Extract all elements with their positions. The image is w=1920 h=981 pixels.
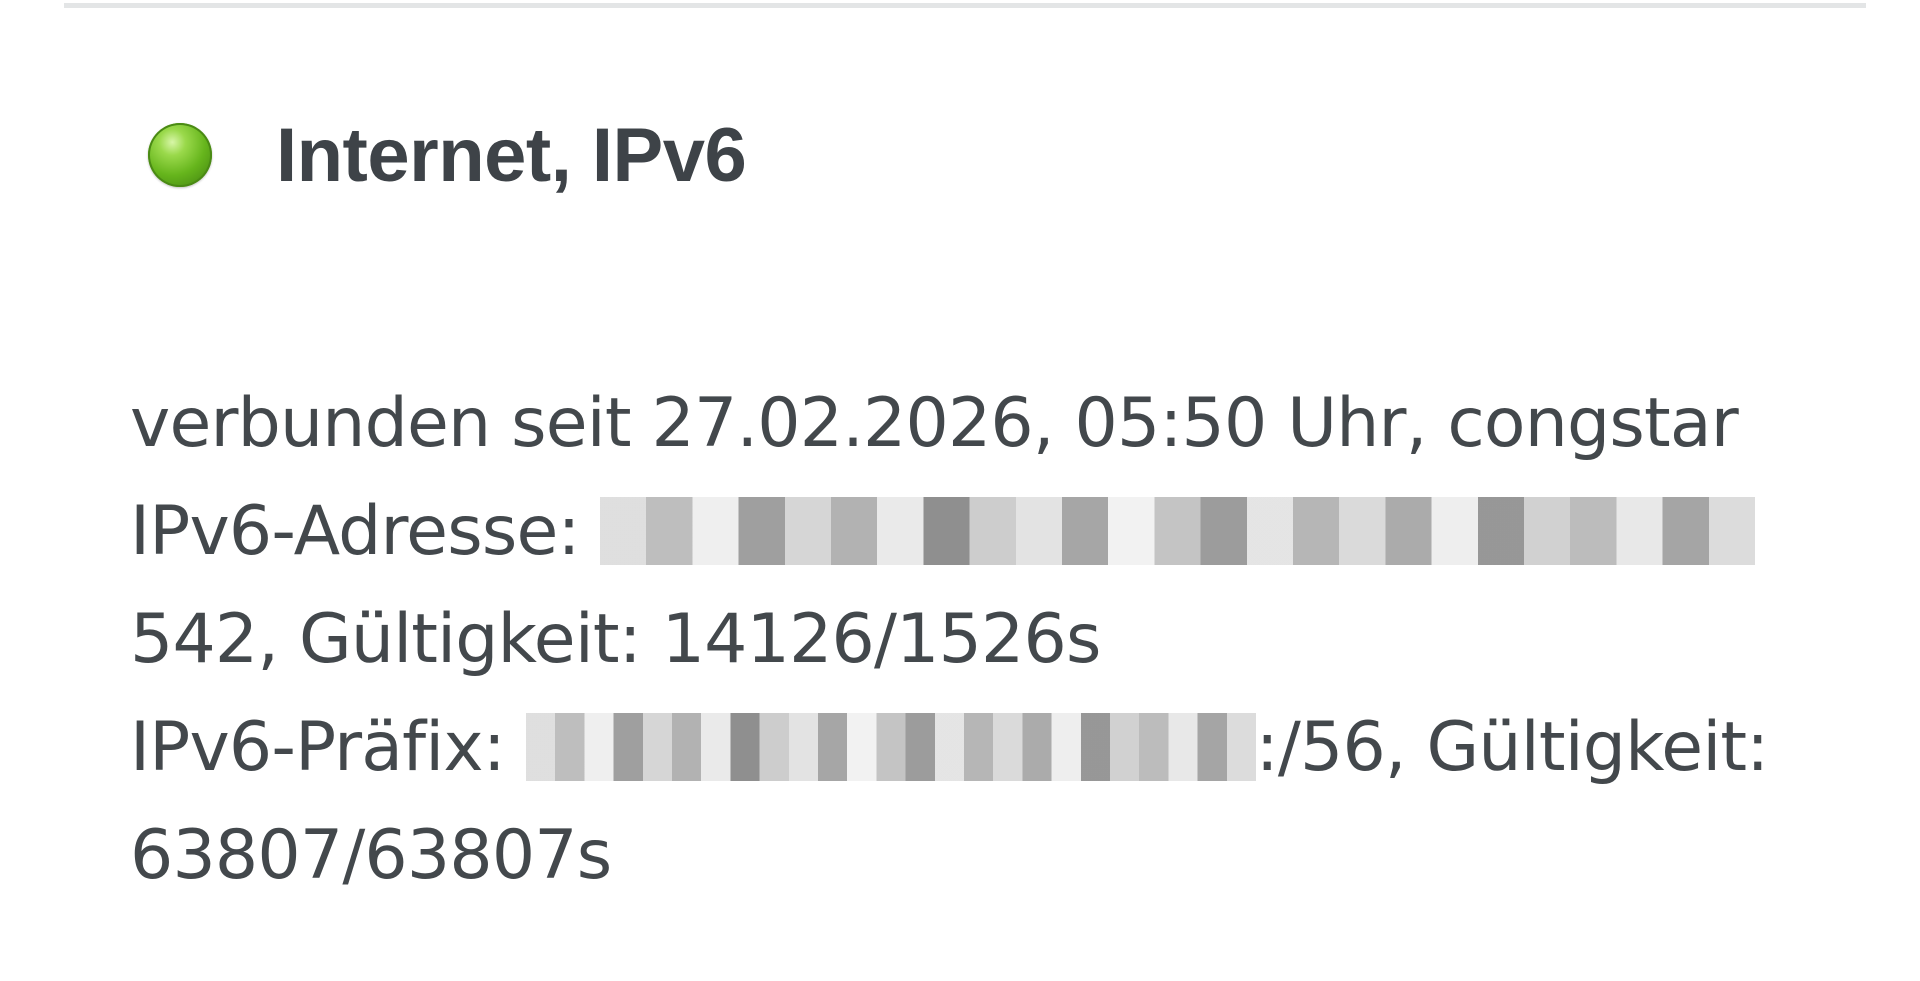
ipv6-status-page: Internet, IPv6 verbunden seit 27.02.2026…: [0, 0, 1920, 981]
ipv6-address-tail-line: 542, Gültigkeit: 14126/1526s: [130, 586, 1790, 694]
green-led-icon: [148, 123, 212, 187]
ipv6-prefix-validity-line: 63807/63807s: [130, 802, 1790, 910]
ipv6-prefix-line: IPv6-Präfix: :/56, Gültigkeit:: [130, 694, 1790, 802]
status-header: Internet, IPv6: [148, 100, 747, 210]
ipv6-address-line: IPv6-Adresse:: [130, 478, 1790, 586]
ipv6-address-label: IPv6-Adresse:: [130, 492, 580, 571]
connection-text: verbunden seit 27.02.2026, 05:50 Uhr, co…: [130, 384, 1739, 463]
ipv6-address-tail: 542, Gültigkeit: 14126/1526s: [130, 600, 1101, 679]
connection-details: verbunden seit 27.02.2026, 05:50 Uhr, co…: [130, 370, 1790, 910]
connection-line: verbunden seit 27.02.2026, 05:50 Uhr, co…: [130, 370, 1790, 478]
ipv6-prefix-validity: 63807/63807s: [130, 816, 612, 895]
redacted-ipv6-address: [600, 497, 1756, 566]
ipv6-prefix-suffix: :/56, Gültigkeit:: [1255, 708, 1769, 787]
redacted-ipv6-prefix: [525, 713, 1256, 782]
status-title: Internet, IPv6: [276, 112, 747, 198]
top-divider: [64, 3, 1866, 8]
ipv6-prefix-label: IPv6-Präfix:: [130, 708, 506, 787]
